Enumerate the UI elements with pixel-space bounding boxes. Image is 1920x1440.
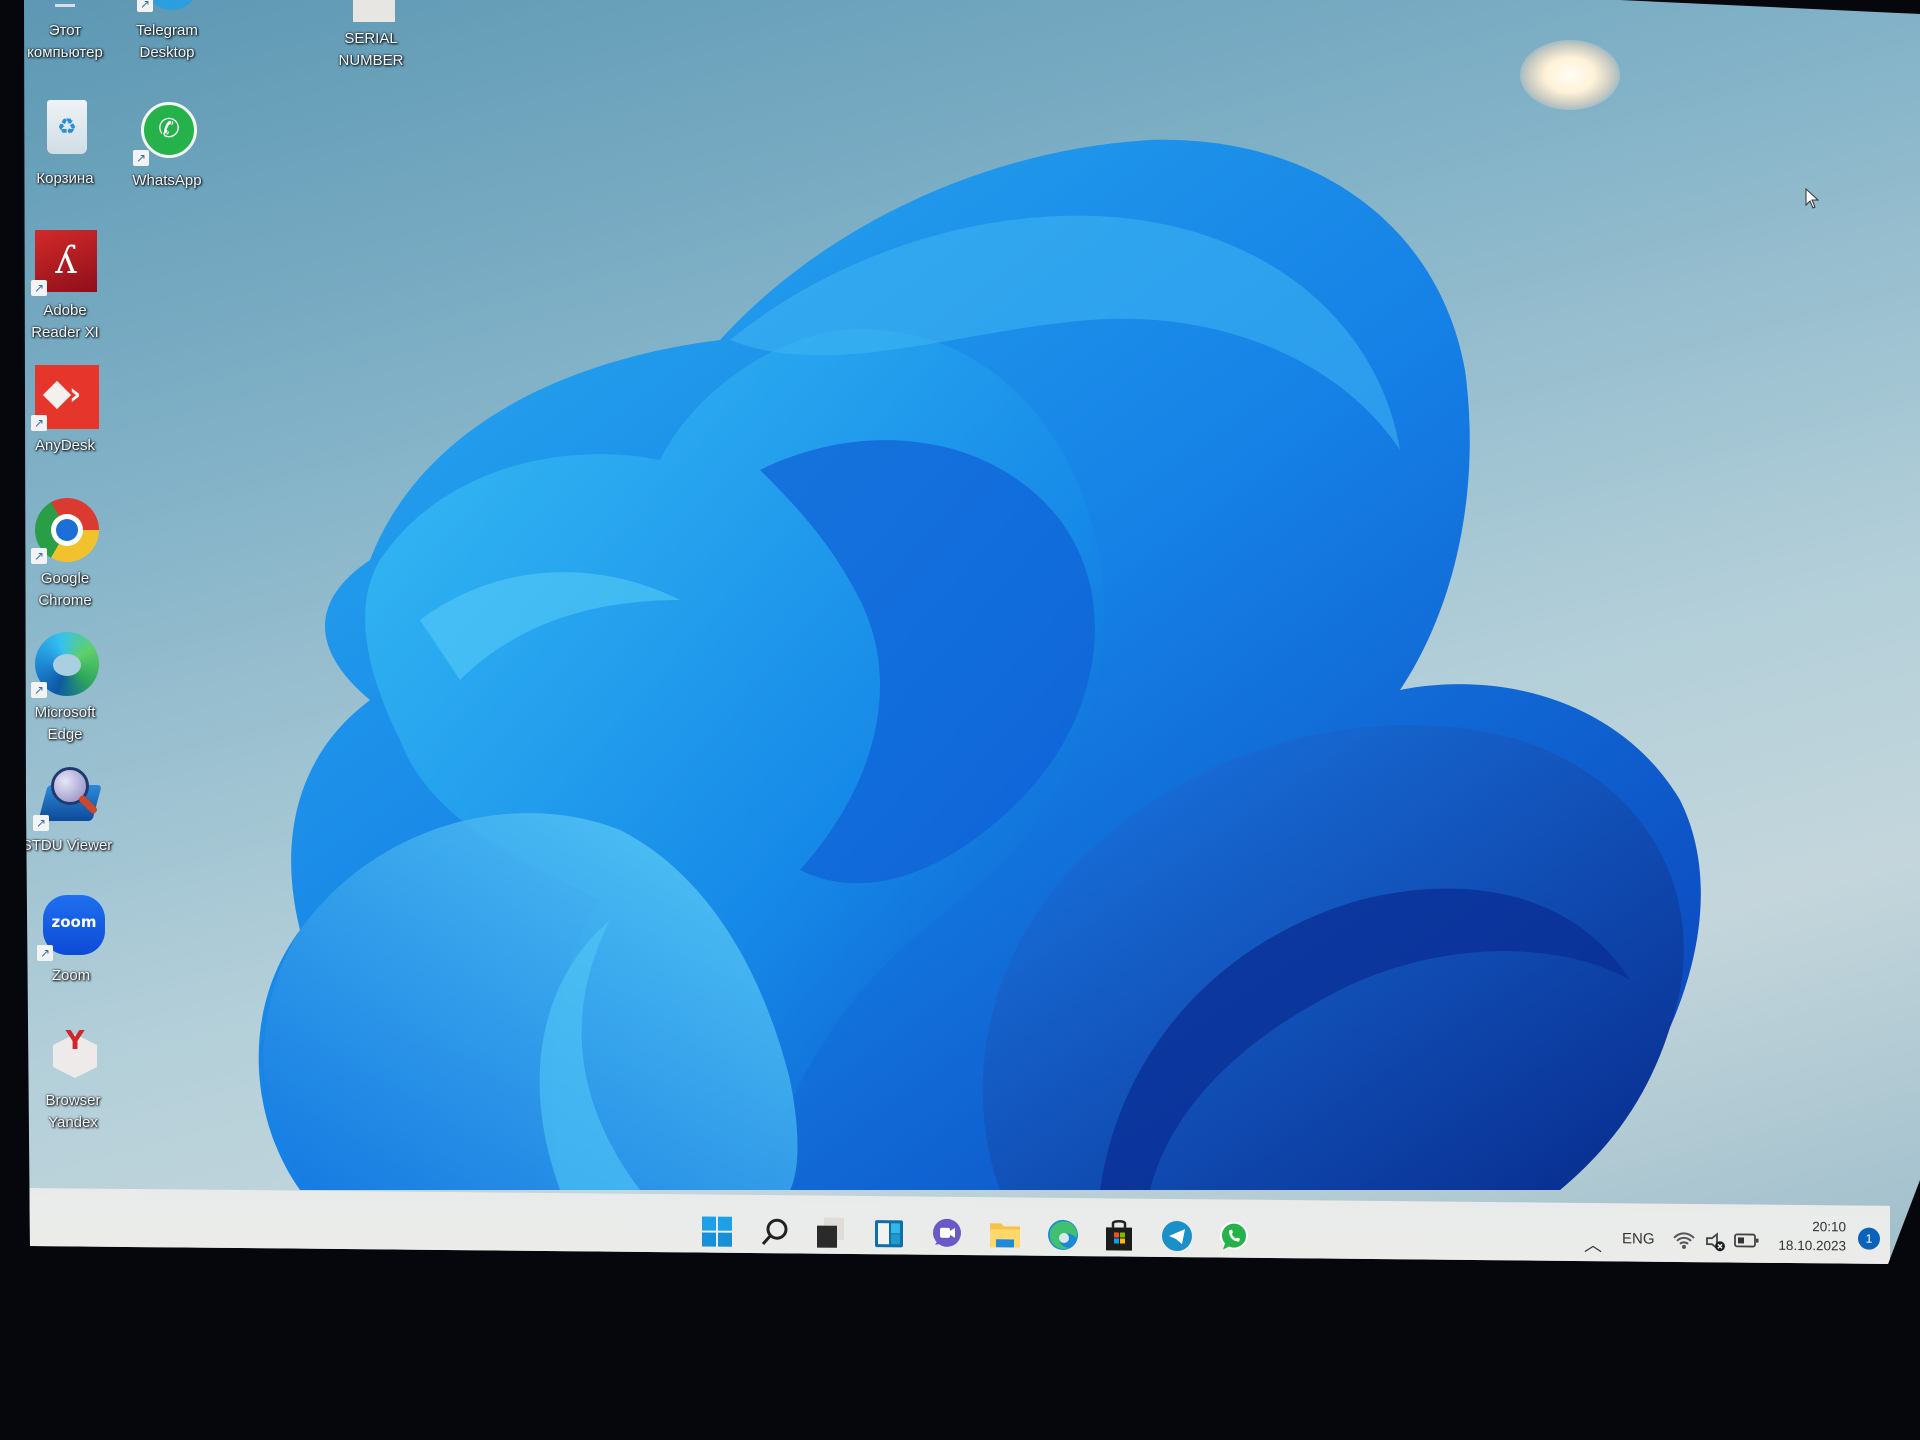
icon-label: Yandex: [48, 1114, 98, 1131]
windows-logo-icon: [702, 1216, 732, 1247]
desktop-icon-zoom[interactable]: zoom ↗ Zoom: [24, 895, 126, 987]
icon-label: Zoom: [51, 967, 91, 984]
adobe-reader-icon: ʎ ↗: [31, 230, 97, 296]
chat-button[interactable]: [930, 1217, 964, 1251]
anydesk-icon: › ↗: [31, 365, 99, 431]
store-button[interactable]: [1102, 1218, 1136, 1252]
show-hidden-icons-chevron-icon[interactable]: ︿: [1584, 1231, 1602, 1257]
whatsapp-icon: ✆ ↗: [133, 100, 199, 166]
shortcut-arrow-icon: ↗: [133, 150, 149, 166]
icon-label: Desktop: [139, 44, 195, 61]
icon-label: Telegram: [136, 22, 198, 39]
desktop-icon-serial-number[interactable]: SERIAL NUMBER: [316, 0, 426, 72]
telegram-icon: ↗: [135, 0, 199, 20]
icon-label: Reader XI: [31, 324, 99, 341]
yandex-browser-icon: Y: [41, 1020, 105, 1084]
edge-taskbar-button[interactable]: [1046, 1218, 1080, 1252]
edge-icon: [1048, 1219, 1078, 1250]
teams-chat-icon: [933, 1218, 961, 1247]
start-button[interactable]: [700, 1214, 734, 1248]
icon-label: Microsoft: [34, 704, 96, 721]
icon-label: Корзина: [36, 170, 94, 187]
desktop-screen: Этот компьютер ↗ Telegram Desktop SERIAL…: [21, 0, 1920, 1264]
shortcut-arrow-icon: ↗: [37, 945, 53, 961]
icon-label: STDU Viewer: [21, 837, 113, 854]
clock-date: 18.10.2023: [1778, 1237, 1846, 1254]
icon-label: AnyDesk: [34, 437, 96, 454]
volume-muted-icon[interactable]: [1704, 1231, 1728, 1253]
chrome-icon: ↗: [31, 498, 99, 564]
icon-label: Chrome: [38, 592, 92, 609]
shortcut-arrow-icon: ↗: [33, 815, 49, 831]
icon-label: NUMBER: [338, 52, 404, 69]
microsoft-store-icon: [1106, 1219, 1132, 1251]
recycle-bin-icon: ♻: [33, 98, 97, 162]
desktop-icon-this-pc[interactable]: Этот компьютер: [24, 0, 120, 64]
shortcut-arrow-icon: ↗: [31, 415, 47, 431]
language-indicator[interactable]: ENG: [1622, 1230, 1655, 1247]
edge-icon: ↗: [31, 632, 99, 698]
desktop-icon-edge[interactable]: ↗ Microsoft Edge: [24, 632, 120, 746]
zoom-icon: zoom ↗: [37, 895, 105, 961]
stdu-viewer-icon: ↗: [33, 765, 102, 831]
document-icon: [339, 0, 403, 24]
icon-label: WhatsApp: [132, 172, 202, 189]
zoom-logo-text: zoom: [51, 913, 97, 931]
icon-label: Adobe: [43, 302, 87, 319]
telegram-icon: [1162, 1221, 1192, 1252]
clock-time: 20:10: [1812, 1219, 1846, 1235]
whatsapp-icon: [1220, 1221, 1248, 1250]
task-view-icon: [817, 1217, 844, 1248]
search-icon: [761, 1218, 788, 1246]
icon-label: Google: [40, 570, 90, 587]
icon-label: компьютер: [27, 44, 103, 61]
clock[interactable]: 20:10 18.10.2023: [1768, 1217, 1846, 1256]
widgets-button[interactable]: [872, 1216, 906, 1250]
folder-icon: [990, 1223, 1020, 1248]
mouse-cursor-icon: [1805, 188, 1820, 209]
icon-label: Edge: [47, 726, 83, 743]
shortcut-arrow-icon: ↗: [31, 280, 47, 296]
icon-label: Этот: [48, 22, 82, 39]
desktop-icon-chrome[interactable]: ↗ Google Chrome: [24, 498, 120, 612]
icon-label: SERIAL: [344, 30, 398, 47]
desktop-icon-stdu-viewer[interactable]: ↗ STDU Viewer: [21, 765, 122, 857]
screen-glare: [1520, 40, 1620, 110]
file-explorer-button[interactable]: [988, 1217, 1022, 1251]
desktop-icon-yandex-browser[interactable]: Y Browser Yandex: [24, 1020, 128, 1134]
desktop-icon-adobe-reader[interactable]: ʎ ↗ Adobe Reader XI: [24, 230, 120, 344]
desktop-icon-whatsapp[interactable]: ✆ ↗ WhatsApp: [112, 100, 222, 192]
whatsapp-taskbar-button[interactable]: [1217, 1219, 1251, 1253]
monitor-icon: [33, 0, 97, 20]
telegram-taskbar-button[interactable]: [1160, 1219, 1194, 1253]
search-button[interactable]: [758, 1215, 792, 1249]
shortcut-arrow-icon: ↗: [137, 0, 153, 12]
task-view-button[interactable]: [814, 1216, 848, 1250]
desktop-icon-anydesk[interactable]: › ↗ AnyDesk: [24, 365, 120, 457]
shortcut-arrow-icon: ↗: [31, 548, 47, 564]
widgets-icon: [875, 1220, 903, 1248]
icon-label: Browser: [45, 1092, 101, 1109]
desktop-icon-telegram[interactable]: ↗ Telegram Desktop: [112, 0, 222, 64]
shortcut-arrow-icon: ↗: [31, 682, 47, 698]
notification-badge[interactable]: 1: [1858, 1227, 1880, 1250]
battery-icon[interactable]: [1734, 1232, 1760, 1248]
desktop-icon-recycle-bin[interactable]: ♻ Корзина: [24, 98, 120, 190]
wifi-icon[interactable]: [1672, 1231, 1696, 1251]
